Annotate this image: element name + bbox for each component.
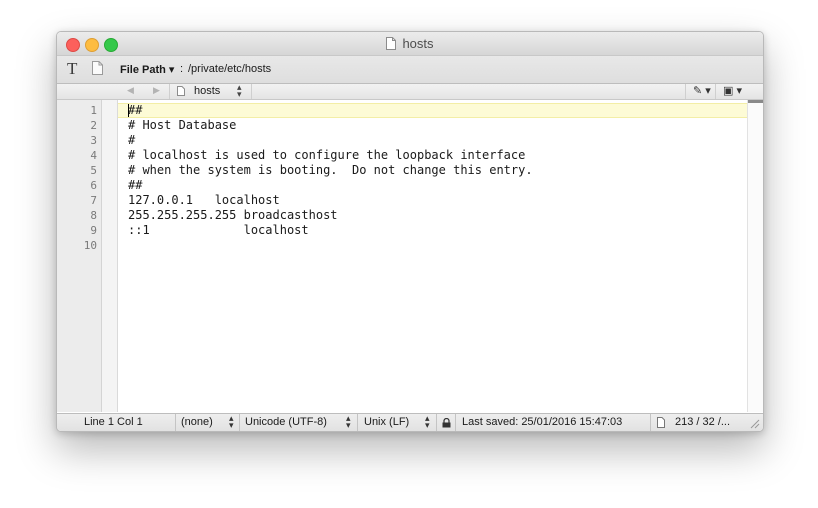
forward-arrow-icon[interactable]: ▶	[153, 85, 160, 96]
current-line-highlight	[118, 103, 747, 118]
document-options-icon[interactable]: ▣ ▾	[723, 84, 742, 97]
code-line[interactable]: # localhost is used to configure the loo…	[128, 148, 525, 163]
line-number: 4	[90, 149, 97, 162]
last-saved-info: Last saved: 25/01/2016 15:47:03	[462, 416, 623, 428]
line-number: 9	[90, 224, 97, 237]
line-number-gutter: 1 2 3 4 5 6 7 8 9 10	[57, 100, 102, 412]
status-divider	[650, 414, 651, 431]
title-bar[interactable]: hosts	[57, 32, 763, 56]
window-title-text: hosts	[402, 36, 434, 51]
document-stats[interactable]: 213 / 32 /...	[675, 416, 730, 428]
text-caret	[128, 104, 129, 117]
file-icon	[177, 86, 185, 96]
language-updown-icon[interactable]: ▴ ▾	[229, 414, 234, 430]
encoding-menu[interactable]: Unicode (UTF-8)	[245, 416, 327, 428]
line-endings-updown-icon[interactable]: ▴ ▾	[425, 414, 430, 430]
status-divider	[436, 414, 437, 431]
file-path-separator: :	[180, 63, 184, 75]
code-line[interactable]: ##	[128, 178, 142, 193]
code-line[interactable]: # Host Database	[128, 118, 236, 133]
navigation-bar: ◀ ▶ hosts ▴ ▾ ✎ ▾ ▣ ▾	[57, 83, 763, 100]
back-arrow-icon[interactable]: ◀	[127, 85, 134, 96]
code-line[interactable]: 255.255.255.255 broadcasthost	[128, 208, 338, 223]
code-line[interactable]: # when the system is booting. Do not cha…	[128, 163, 533, 178]
nav-divider	[169, 84, 170, 99]
status-divider	[239, 414, 240, 431]
status-divider	[357, 414, 358, 431]
scrollbar-top-indicator	[748, 100, 763, 103]
line-number: 6	[90, 179, 97, 192]
resize-grip-icon[interactable]	[750, 419, 760, 429]
nav-divider	[251, 84, 252, 99]
status-divider	[175, 414, 176, 431]
line-number: 1	[90, 104, 97, 117]
encoding-updown-icon[interactable]: ▴ ▾	[346, 414, 351, 430]
window-title: hosts	[57, 36, 763, 51]
line-number: 3	[90, 134, 97, 147]
file-path-menu[interactable]: File Path ▾	[120, 63, 174, 76]
text-options-icon[interactable]: T	[67, 59, 77, 79]
line-endings-menu[interactable]: Unix (LF)	[364, 416, 409, 428]
document-stats-icon	[657, 417, 665, 428]
fold-column[interactable]	[102, 100, 118, 412]
line-number: 7	[90, 194, 97, 207]
code-line[interactable]: #	[128, 133, 135, 148]
line-number: 5	[90, 164, 97, 177]
nav-divider	[685, 84, 686, 99]
file-path-value: /private/etc/hosts	[188, 63, 272, 75]
language-menu[interactable]: (none)	[181, 416, 213, 428]
line-number: 2	[90, 119, 97, 132]
nav-divider	[715, 84, 716, 99]
marker-menu-icon[interactable]: ✎ ▾	[693, 84, 711, 97]
line-number: 10	[83, 239, 97, 252]
document-menu[interactable]: hosts	[194, 85, 220, 97]
code-line[interactable]: ::1 localhost	[128, 223, 309, 238]
updown-arrows-icon[interactable]: ▴ ▾	[237, 83, 242, 99]
toolbar: T File Path ▾ : /private/etc/hosts	[57, 56, 763, 84]
cursor-position[interactable]: Line 1 Col 1	[84, 416, 143, 428]
code-line[interactable]: ##	[128, 103, 142, 118]
text-view[interactable]: ## # Host Database # # localhost is used…	[118, 100, 747, 412]
new-document-icon[interactable]	[92, 61, 103, 75]
code-line[interactable]: 127.0.0.1 localhost	[128, 193, 280, 208]
vertical-scrollbar[interactable]	[747, 100, 763, 412]
lock-icon[interactable]	[442, 417, 451, 428]
status-divider	[455, 414, 456, 431]
editor-window: hosts T File Path ▾ : /private/etc/hosts…	[56, 31, 764, 432]
status-bar: Line 1 Col 1 (none) ▴ ▾ Unicode (UTF-8) ▴…	[57, 413, 763, 431]
document-icon	[386, 37, 397, 50]
line-number: 8	[90, 209, 97, 222]
editor-area[interactable]: 1 2 3 4 5 6 7 8 9 10 ## # Host Database …	[57, 100, 763, 412]
